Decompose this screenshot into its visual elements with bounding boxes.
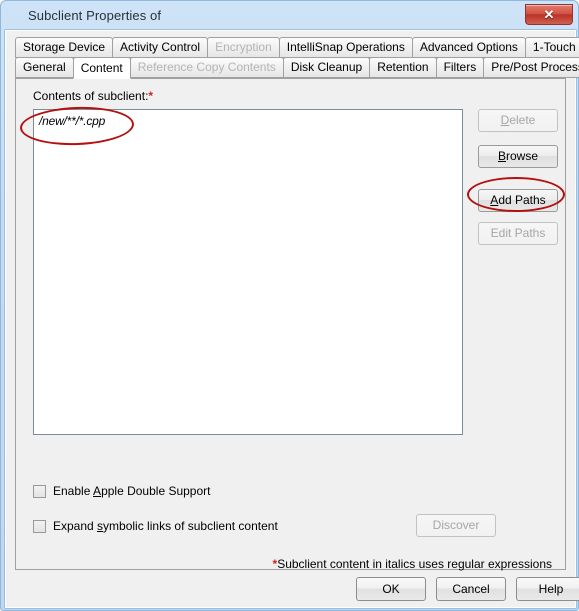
discover-button: Discover: [416, 514, 496, 537]
add-paths-button-accel: A: [490, 193, 499, 207]
title-bar[interactable]: Subclient Properties of ✕: [2, 2, 579, 30]
content-list[interactable]: /new/**/*.cpp: [33, 109, 463, 435]
help-button[interactable]: Help: [516, 577, 579, 601]
edit-paths-button: Edit Paths: [478, 222, 558, 245]
tab-retention[interactable]: Retention: [369, 57, 437, 78]
tab-intellisnap-operations[interactable]: IntelliSnap Operations: [278, 37, 413, 58]
delete-button: Delete: [478, 109, 558, 132]
italics-footnote: *Subclient content in italics uses regul…: [273, 557, 552, 571]
add-paths-button[interactable]: Add Paths: [478, 189, 558, 212]
contents-of-subclient-label-text: Contents of subclient:: [33, 89, 149, 103]
expand-symbolic-links-checkbox[interactable]: [33, 520, 46, 533]
cancel-button[interactable]: Cancel: [436, 577, 506, 601]
close-button[interactable]: ✕: [525, 4, 573, 25]
browse-button[interactable]: Browse: [478, 145, 558, 168]
tab-row-top: Storage Device Activity Control Encrypti…: [15, 37, 579, 58]
close-icon: ✕: [543, 7, 555, 22]
tab-pre-post-process[interactable]: Pre/Post Process: [483, 57, 579, 78]
expand-symbolic-links-label: Expand symbolic links of subclient conte…: [53, 519, 278, 533]
ok-button[interactable]: OK: [356, 577, 426, 601]
required-asterisk: *: [148, 89, 154, 103]
list-item[interactable]: /new/**/*.cpp: [39, 114, 105, 128]
tab-control: Storage Device Activity Control Encrypti…: [15, 37, 579, 571]
window-title: Subclient Properties of: [28, 8, 162, 23]
tab-1-touch-recovery[interactable]: 1-Touch Recovery: [524, 37, 579, 58]
browse-button-accel: B: [497, 149, 506, 163]
tab-filters[interactable]: Filters: [435, 57, 485, 78]
contents-of-subclient-label: Contents of subclient:*: [33, 89, 153, 103]
tab-storage-device[interactable]: Storage Device: [15, 37, 114, 58]
tab-content[interactable]: Content: [72, 57, 131, 79]
tab-general[interactable]: General: [15, 57, 74, 78]
tab-row-bottom: General Content Reference Copy Contents …: [15, 57, 579, 79]
tab-disk-cleanup[interactable]: Disk Cleanup: [282, 57, 371, 78]
footnote-text: Subclient content in italics uses regula…: [277, 557, 552, 571]
tab-reference-copy-contents: Reference Copy Contents: [129, 57, 284, 78]
tab-advanced-options[interactable]: Advanced Options: [411, 37, 526, 58]
tab-encryption: Encryption: [207, 37, 280, 58]
tab-activity-control[interactable]: Activity Control: [112, 37, 209, 58]
enable-apple-double-support-checkbox[interactable]: [33, 485, 46, 498]
content-tab-panel: Contents of subclient:* /new/**/*.cpp De…: [15, 78, 566, 571]
subclient-properties-window: Subclient Properties of ✕ Storage Device…: [0, 0, 579, 611]
enable-apple-double-support-label: Enable Apple Double Support: [53, 484, 211, 498]
dialog-client-area: Storage Device Activity Control Encrypti…: [5, 30, 579, 608]
delete-button-accel: D: [500, 113, 510, 127]
